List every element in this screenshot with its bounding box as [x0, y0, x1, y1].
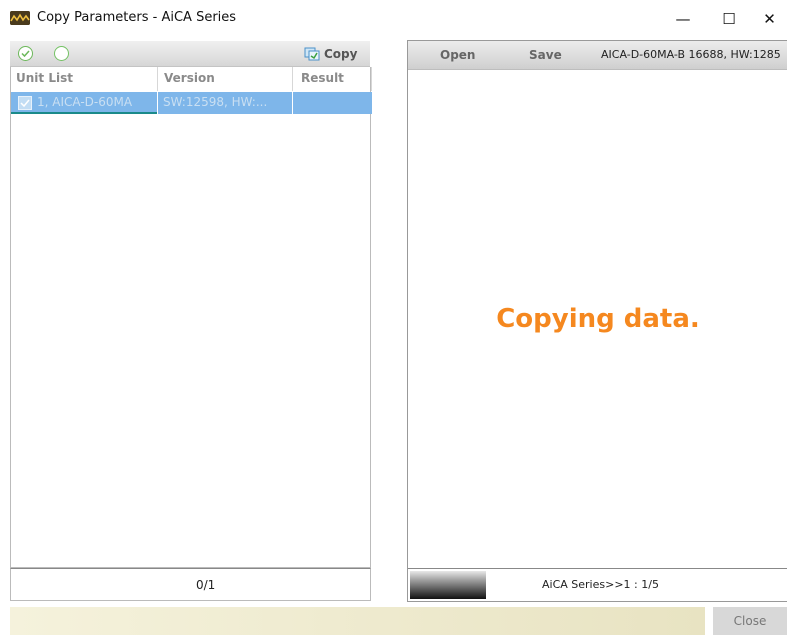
deselect-all-icon[interactable]	[54, 46, 69, 61]
copy-icon	[304, 47, 320, 60]
title-bar: Copy Parameters - AiCA Series — ☐ ✕	[0, 0, 787, 38]
selection-count: 0/1	[196, 578, 216, 592]
window-title: Copy Parameters - AiCA Series	[37, 10, 237, 25]
table-row[interactable]: 1, AICA-D-60MA SW:12598, HW:...	[11, 92, 372, 114]
column-header-version[interactable]: Version	[164, 71, 215, 85]
unit-list-toolbar: Copy	[10, 41, 370, 67]
column-divider	[292, 67, 293, 91]
unit-name: 1, AICA-D-60MA	[37, 95, 133, 109]
column-divider	[371, 67, 372, 91]
column-divider	[157, 67, 158, 91]
save-button[interactable]: Save	[529, 48, 562, 62]
device-info-label: AICA-D-60MA-B 16688, HW:1285	[601, 48, 781, 61]
progress-indicator	[410, 571, 486, 599]
footer-progress-bar	[10, 607, 705, 635]
unit-version: SW:12598, HW:...	[163, 95, 268, 109]
close-window-button[interactable]: ✕	[752, 0, 787, 38]
column-header-result[interactable]: Result	[301, 71, 344, 85]
unit-list-status-bar: 0/1	[10, 568, 371, 601]
column-header-unit-list[interactable]: Unit List	[16, 71, 73, 85]
minimize-button[interactable]: —	[660, 0, 706, 38]
unit-list-table: Unit List Version Result 1, AICA-D-60MA …	[10, 67, 372, 568]
result-cell[interactable]	[293, 92, 372, 114]
parameter-panel: Open Save AICA-D-60MA-B 16688, HW:1285 C…	[407, 40, 787, 602]
maximize-button[interactable]: ☐	[706, 0, 752, 38]
copy-button-label: Copy	[324, 46, 358, 61]
app-logo-icon	[10, 11, 30, 25]
open-button[interactable]: Open	[440, 48, 475, 62]
copying-status-message: Copying data.	[496, 304, 700, 334]
close-button[interactable]: Close	[713, 607, 787, 635]
copy-button[interactable]: Copy	[304, 44, 357, 63]
row-checkbox[interactable]	[18, 96, 32, 110]
table-header: Unit List Version Result	[11, 67, 372, 91]
parameter-toolbar: Open Save AICA-D-60MA-B 16688, HW:1285	[408, 41, 787, 70]
series-status-text: AiCA Series>>1 : 1/5	[542, 578, 659, 591]
parameter-status-bar: AiCA Series>>1 : 1/5	[408, 568, 787, 601]
select-all-icon[interactable]	[18, 46, 33, 61]
